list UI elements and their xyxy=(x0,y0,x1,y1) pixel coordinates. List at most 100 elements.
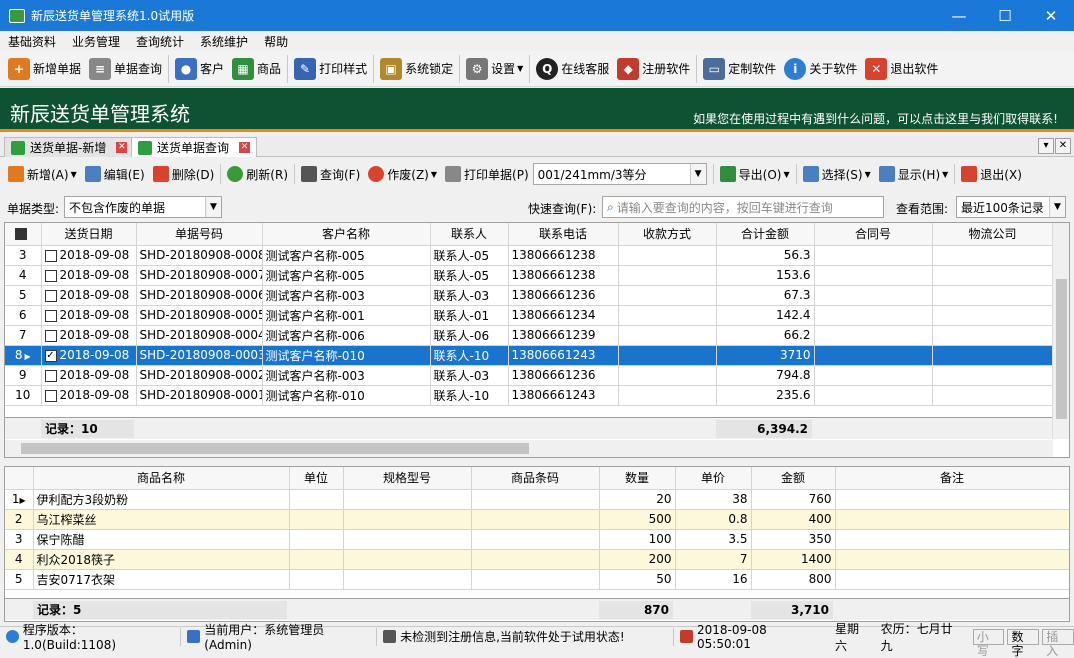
exit-button[interactable]: 退出(X) xyxy=(957,162,1026,186)
chevron-down-icon: ▼ xyxy=(205,197,221,217)
col-contract[interactable]: 合同号 xyxy=(814,223,933,246)
tab-delivery-query[interactable]: 送货单据查询 ✕ xyxy=(131,137,258,157)
close-tab-icon[interactable]: ✕ xyxy=(116,142,128,153)
current-row-icon: ▶ xyxy=(24,352,31,361)
main-toolbar: + 新增单据 ≡ 单据查询 ● 客户 ▦ 商品 ✎ 打印样式 ▣ 系统锁定 ⚙ 设置 ▼ Q 在线… xyxy=(0,51,1074,87)
edit-button[interactable]: 编辑(E) xyxy=(81,162,149,186)
menu-help[interactable]: 帮助 xyxy=(256,33,296,50)
contact-link[interactable]: 如果您在使用过程中有遇到什么问题，可以点击这里与我们取得联系! xyxy=(693,110,1058,127)
display-button[interactable]: 显示(H) ▼ xyxy=(875,162,953,186)
register-icon: ◆ xyxy=(617,57,640,80)
user-icon xyxy=(187,630,201,643)
col-phone[interactable]: 联系电话 xyxy=(508,223,619,246)
close-button[interactable]: ✕ xyxy=(1028,0,1074,31)
col-code[interactable]: 单据号码 xyxy=(136,223,263,246)
col-unit[interactable]: 单位 xyxy=(289,467,344,490)
col-qty[interactable]: 数量 xyxy=(599,467,676,490)
menu-bar: 基础资料 业务管理 查询统计 系统维护 帮助 xyxy=(0,31,1074,51)
col-date[interactable]: 送货日期 xyxy=(41,223,137,246)
horizontal-scrollbar[interactable] xyxy=(5,440,1053,457)
settings-button[interactable]: ⚙ 设置 ▼ xyxy=(462,54,527,84)
online-service-button[interactable]: Q 在线客服 xyxy=(532,54,613,84)
col-payment[interactable]: 收款方式 xyxy=(618,223,717,246)
row-checkbox[interactable] xyxy=(44,269,57,282)
quick-search-input[interactable]: ⌕ 请输入要查询的内容，按回车键进行查询 xyxy=(602,196,884,218)
table-row-selected[interactable]: 8 ▶ ✓ 2018-09-08 SHD-20180908-0003 测试客户名称-010… xyxy=(5,345,1054,366)
about-button[interactable]: i 关于软件 xyxy=(780,54,861,84)
col-contact[interactable]: 联系人 xyxy=(430,223,509,246)
goods-row[interactable]: 5 吉安0717衣架 50 16 800 xyxy=(5,569,1069,590)
menu-system[interactable]: 系统维护 xyxy=(192,33,256,50)
goods-row[interactable]: 2 乌江榨菜丝 500 0.8 400 xyxy=(5,509,1069,530)
col-logistics[interactable]: 物流公司 xyxy=(932,223,1054,246)
print-doc-button[interactable]: 打印单据(P) xyxy=(441,162,533,186)
select-all-header[interactable] xyxy=(5,223,42,246)
row-checkbox[interactable] xyxy=(44,389,57,402)
table-row[interactable]: 3 2018-09-08 SHD-20180908-0008 测试客户名称-005 联系… xyxy=(5,245,1054,266)
print-format-select[interactable]: 001/241mm/3等分 ▼ xyxy=(532,163,707,185)
col-goods-name[interactable]: 商品名称 xyxy=(33,467,290,490)
num-indicator: 数字 xyxy=(1007,628,1040,658)
print-style-button[interactable]: ✎ 打印样式 xyxy=(290,54,371,84)
title-bar: 新辰送货单管理系统1.0试用版 — ☐ ✕ xyxy=(0,0,1074,31)
row-checkbox[interactable] xyxy=(44,369,57,382)
chevron-down-icon: ▼ xyxy=(689,164,706,184)
minimize-button[interactable]: — xyxy=(936,0,982,31)
scroll-thumb[interactable] xyxy=(21,443,529,454)
query-doc-button[interactable]: ≡ 单据查询 xyxy=(85,54,166,84)
table-row[interactable]: 5 2018-09-08 SHD-20180908-0006 测试客户名称-003 联系… xyxy=(5,285,1054,306)
goods-row[interactable]: 3 保宁陈醋 100 3.5 350 xyxy=(5,529,1069,550)
select-all-checkbox[interactable] xyxy=(15,228,28,241)
close-tab-icon[interactable]: ✕ xyxy=(239,142,251,153)
table-row[interactable]: 6 2018-09-08 SHD-20180908-0005 测试客户名称-001 联系… xyxy=(5,305,1054,326)
delete-button[interactable]: 删除(D) xyxy=(149,162,219,186)
col-customer[interactable]: 客户名称 xyxy=(262,223,431,246)
customers-button[interactable]: ● 客户 xyxy=(171,54,228,84)
tab-close-button[interactable]: ✕ xyxy=(1055,138,1071,154)
col-spec[interactable]: 规格型号 xyxy=(343,467,472,490)
row-checkbox[interactable] xyxy=(44,289,57,302)
export-button[interactable]: 导出(O) ▼ xyxy=(716,162,794,186)
col-amount[interactable]: 金额 xyxy=(751,467,836,490)
tab-dropdown-button[interactable]: ▾ xyxy=(1038,138,1054,154)
vertical-scrollbar[interactable] xyxy=(1052,223,1069,439)
custom-software-button[interactable]: ▭ 定制软件 xyxy=(699,54,780,84)
row-checkbox[interactable] xyxy=(44,249,57,262)
register-button[interactable]: ◆ 注册软件 xyxy=(613,54,694,84)
row-checkbox-checked[interactable]: ✓ xyxy=(44,349,57,362)
void-icon xyxy=(368,166,385,182)
menu-business[interactable]: 业务管理 xyxy=(64,33,128,50)
goods-button[interactable]: ▦ 商品 xyxy=(228,54,285,84)
col-remark[interactable]: 备注 xyxy=(835,467,1069,490)
col-price[interactable]: 单价 xyxy=(675,467,752,490)
row-checkbox[interactable] xyxy=(44,329,57,342)
add-button[interactable]: 新增(A) ▼ xyxy=(4,162,81,186)
col-barcode[interactable]: 商品条码 xyxy=(471,467,600,490)
search-icon: ⌕ xyxy=(607,199,614,214)
new-doc-button[interactable]: + 新增单据 xyxy=(4,54,85,84)
table-row[interactable]: 7 2018-09-08 SHD-20180908-0004 测试客户名称-006 联系… xyxy=(5,325,1054,346)
menu-basic-data[interactable]: 基础资料 xyxy=(0,33,64,50)
tab-delivery-new[interactable]: 送货单据-新增 ✕ xyxy=(4,137,135,157)
customers-icon: ● xyxy=(175,57,198,80)
menu-query-stats[interactable]: 查询统计 xyxy=(128,33,192,50)
status-bar: 程序版本：1.0(Build:1108) 当前用户：系统管理员(Admin) 未… xyxy=(0,622,1074,658)
table-row[interactable]: 10 2018-09-08 SHD-20180908-0001 测试客户名称-010 联… xyxy=(5,385,1054,406)
select-button[interactable]: 选择(S) ▼ xyxy=(799,162,875,186)
col-total[interactable]: 合计金额 xyxy=(716,223,815,246)
maximize-button[interactable]: ☐ xyxy=(982,0,1028,31)
query-button[interactable]: 查询(F) xyxy=(297,162,364,186)
goods-row[interactable]: 1▶ 伊利配方3段奶粉 20 38 760 xyxy=(5,489,1069,510)
system-lock-button[interactable]: ▣ 系统锁定 xyxy=(376,54,457,84)
datetime-text: 2018-09-08 05:50:01 xyxy=(697,622,767,651)
range-select[interactable]: 最近100条记录 ▼ xyxy=(956,196,1066,218)
scroll-thumb[interactable] xyxy=(1056,279,1067,419)
void-button[interactable]: 作废(Z) ▼ xyxy=(364,162,441,186)
table-row[interactable]: 9 2018-09-08 SHD-20180908-0002 测试客户名称-003 联系… xyxy=(5,365,1054,386)
row-checkbox[interactable] xyxy=(44,309,57,322)
refresh-button[interactable]: 刷新(R) xyxy=(223,162,292,186)
doc-type-select[interactable]: 不包含作废的单据 ▼ xyxy=(64,196,222,218)
table-row[interactable]: 4 2018-09-08 SHD-20180908-0007 测试客户名称-005 联系… xyxy=(5,265,1054,286)
exit-software-button[interactable]: ✕ 退出软件 xyxy=(861,54,942,84)
goods-row[interactable]: 4 利众2018筷子 200 7 1400 xyxy=(5,549,1069,570)
